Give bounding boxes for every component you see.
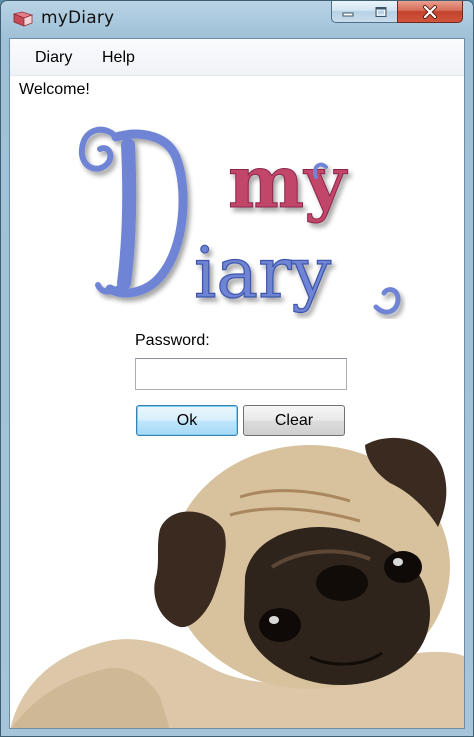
logo-iary-text: iary [194, 232, 332, 314]
logo-my-text: my [228, 139, 348, 224]
minimize-button[interactable] [331, 1, 365, 23]
maximize-button[interactable] [364, 1, 398, 23]
diary-book-icon [12, 11, 34, 27]
menu-item-help[interactable]: Help [102, 49, 135, 67]
menu-item-diary[interactable]: Diary [35, 49, 72, 67]
pug-image [10, 437, 464, 728]
close-button[interactable] [397, 1, 463, 23]
maximize-icon [375, 6, 386, 17]
mydiary-logo: my iary [78, 126, 401, 315]
client-area: Diary Help Welcome! my iary Password: Ok… [9, 38, 465, 729]
app-window: myDiary Diary Help Welcome! my iary Pass… [0, 0, 474, 737]
password-label: Password: [135, 332, 210, 349]
close-icon [423, 4, 437, 19]
title-bar[interactable]: myDiary [1, 1, 473, 37]
minimize-icon [342, 12, 354, 16]
menu-bar: Diary Help [10, 39, 464, 76]
welcome-label: Welcome! [19, 81, 90, 98]
password-input[interactable] [135, 358, 347, 390]
window-title: myDiary [41, 8, 115, 28]
